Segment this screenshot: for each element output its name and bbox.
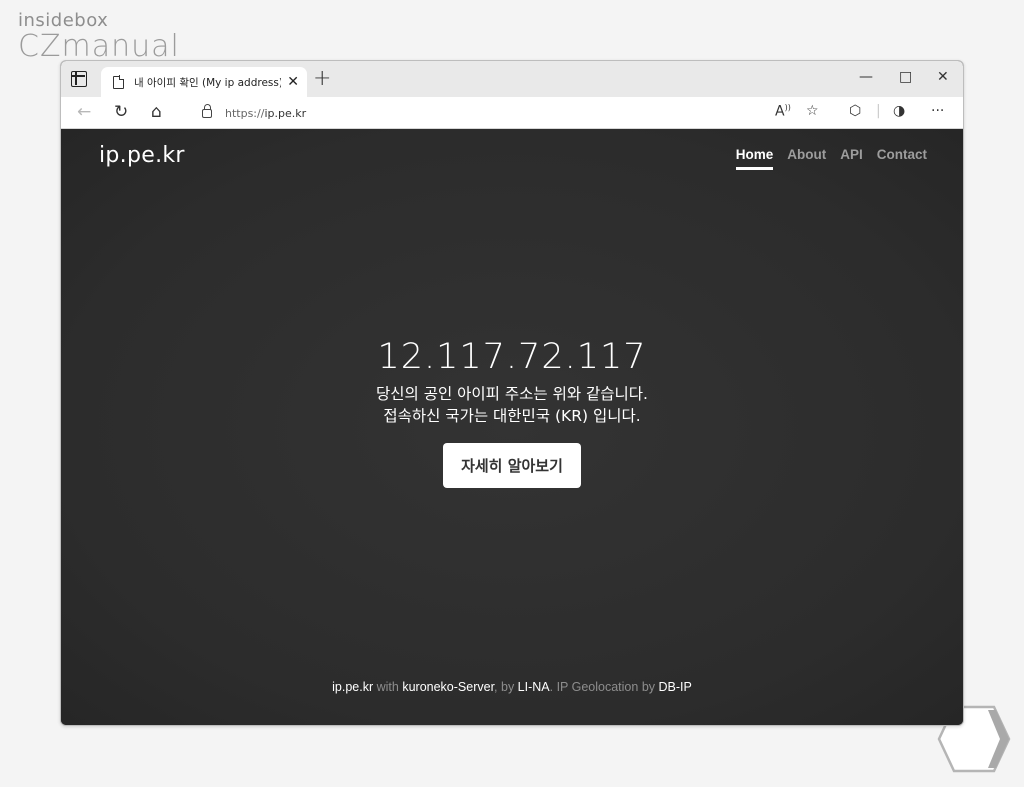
watermark-big-text: CZmanual: [18, 29, 180, 64]
close-tab-icon[interactable]: ✕: [287, 75, 299, 89]
tab-title: 내 아이피 확인 (My ip address) -: [134, 76, 282, 89]
footer-site-link[interactable]: ip.pe.kr: [332, 680, 373, 694]
tab-actions-icon[interactable]: [71, 71, 87, 87]
url-text: https://ip.pe.kr: [225, 107, 306, 120]
footer-with-text: with: [373, 680, 403, 694]
new-tab-button[interactable]: +: [313, 68, 331, 90]
nav-home[interactable]: Home: [735, 147, 774, 170]
footer-geo-text: . IP Geolocation by: [549, 680, 659, 694]
footer-by-text: , by: [494, 680, 518, 694]
minimize-button[interactable]: —: [859, 70, 873, 84]
tab-bar: 내 아이피 확인 (My ip address) - ✕ + — □ ✕: [61, 61, 963, 97]
ip-message: 당신의 공인 아이피 주소는 위와 같습니다. 접속하신 국가는 대한민국 (K…: [61, 383, 963, 427]
nav-about[interactable]: About: [787, 147, 826, 170]
lock-icon[interactable]: [202, 103, 212, 118]
footer-geo-link[interactable]: DB-IP: [659, 680, 692, 694]
nav-api[interactable]: API: [840, 147, 863, 170]
web-page: ip.pe.kr Home About API Contact 12.117.7…: [61, 129, 963, 725]
ip-message-line1: 당신의 공인 아이피 주소는 위와 같습니다.: [376, 385, 648, 403]
ip-message-line2: 접속하신 국가는 대한민국 (KR) 입니다.: [383, 407, 641, 425]
nav-contact[interactable]: Contact: [877, 147, 927, 170]
site-footer: ip.pe.kr with kuroneko-Server, by LI-NA.…: [61, 680, 963, 694]
watermark-logo: insidebox CZmanual: [18, 12, 180, 62]
footer-author-link[interactable]: LI-NA: [518, 680, 550, 694]
read-aloud-icon[interactable]: A)): [775, 104, 791, 119]
address-bar[interactable]: https://ip.pe.kr: [185, 100, 831, 126]
toolbar-divider: |: [876, 103, 881, 119]
url-host: ip.pe.kr: [264, 106, 307, 120]
back-arrow-icon[interactable]: ←: [77, 104, 91, 121]
page-icon: [113, 75, 125, 89]
url-protocol: https://: [225, 106, 265, 120]
browser-tab[interactable]: 내 아이피 확인 (My ip address) - ✕: [101, 67, 307, 97]
browser-window: 내 아이피 확인 (My ip address) - ✕ + — □ ✕ ← ↻…: [60, 60, 964, 726]
home-icon[interactable]: ⌂: [151, 104, 162, 121]
favorites-star-icon[interactable]: ☆: [806, 104, 819, 118]
site-brand[interactable]: ip.pe.kr: [99, 143, 185, 168]
ip-address: 12.117.72.117: [377, 337, 647, 377]
maximize-button[interactable]: □: [899, 70, 912, 84]
refresh-icon[interactable]: ↻: [114, 104, 128, 121]
browser-toolbar: ← ↻ ⌂ https://ip.pe.kr A)) ☆ ⬡ | ◑ ···: [61, 97, 963, 129]
close-window-button[interactable]: ✕: [937, 70, 949, 84]
watermark-small-text: insidebox: [18, 10, 109, 31]
more-menu-icon[interactable]: ···: [931, 104, 944, 118]
site-nav: Home About API Contact: [735, 147, 927, 170]
browser-essentials-icon[interactable]: ◑: [893, 104, 905, 118]
hero-section: 12.117.72.117 당신의 공인 아이피 주소는 위와 같습니다. 접속…: [61, 337, 963, 488]
footer-server-link[interactable]: kuroneko-Server: [402, 680, 494, 694]
details-button[interactable]: 자세히 알아보기: [443, 443, 581, 488]
extensions-icon[interactable]: ⬡: [849, 104, 861, 118]
